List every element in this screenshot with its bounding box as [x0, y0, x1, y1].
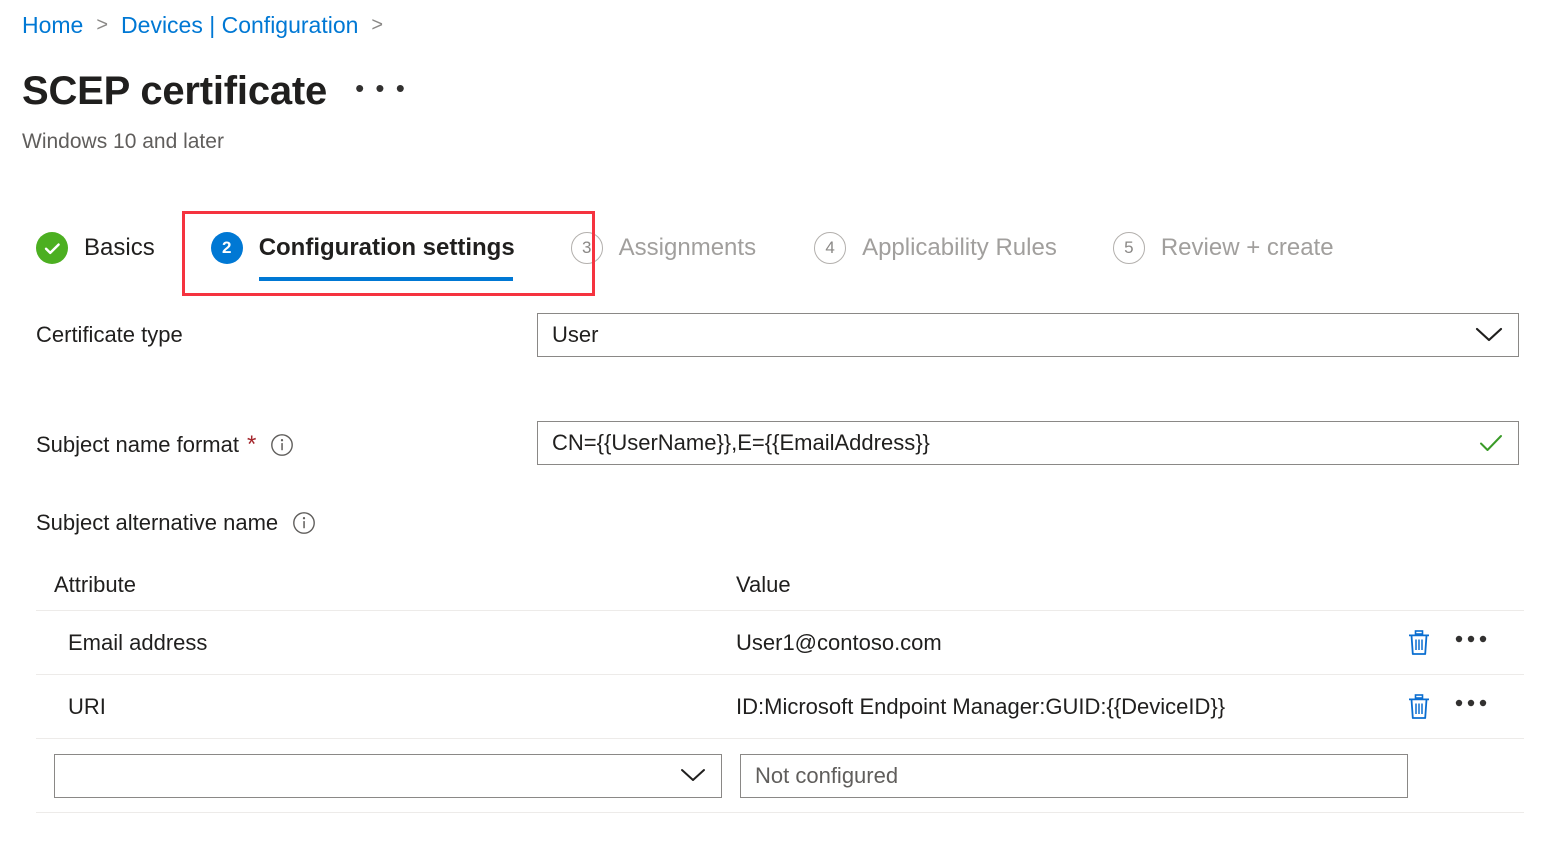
breadcrumb: Home > Devices | Configuration >	[22, 10, 396, 40]
tab-review-create[interactable]: 5 Review + create	[1113, 225, 1334, 271]
tab-active-underline	[259, 277, 513, 281]
validation-check-icon	[1478, 432, 1504, 454]
step-number-badge: 4	[814, 232, 846, 264]
tab-configuration-settings[interactable]: 2 Configuration settings	[211, 225, 515, 271]
row-more-menu-icon[interactable]	[1454, 698, 1488, 716]
row-attribute: URI	[36, 694, 722, 720]
step-number-badge: 5	[1113, 232, 1145, 264]
row-more-menu-icon[interactable]	[1454, 634, 1488, 652]
row-attribute: Email address	[36, 630, 722, 656]
table-row: URI ID:Microsoft Endpoint Manager:GUID:{…	[36, 675, 1524, 739]
new-attribute-select[interactable]	[54, 754, 722, 798]
subject-alternative-name-table: Attribute Value Email address User1@cont…	[36, 560, 1524, 813]
row-value: User1@contoso.com	[722, 630, 1406, 656]
breadcrumb-separator-icon: >	[371, 10, 383, 40]
tab-assignments-label: Assignments	[619, 234, 756, 262]
subject-name-format-input[interactable]: CN={{UserName}},E={{EmailAddress}}	[537, 421, 1519, 465]
page-subtitle: Windows 10 and later	[22, 128, 224, 156]
info-icon[interactable]	[270, 433, 294, 457]
table-header-row: Attribute Value	[36, 560, 1524, 611]
new-value-placeholder: Not configured	[755, 763, 898, 789]
column-header-attribute: Attribute	[36, 572, 722, 598]
page-more-menu-icon[interactable]: • • •	[355, 73, 407, 104]
chevron-down-icon	[1474, 326, 1504, 344]
tab-basics[interactable]: Basics	[36, 225, 155, 271]
breadcrumb-item-devices-configuration[interactable]: Devices | Configuration	[121, 10, 358, 40]
chevron-down-icon	[679, 767, 707, 784]
page-header: SCEP certificate • • •	[22, 66, 407, 116]
tab-assignments[interactable]: 3 Assignments	[571, 225, 756, 271]
subject-name-format-value: CN={{UserName}},E={{EmailAddress}}	[552, 430, 1478, 456]
breadcrumb-separator-icon: >	[96, 10, 108, 40]
info-icon[interactable]	[292, 511, 316, 535]
tab-applicability-rules[interactable]: 4 Applicability Rules	[814, 225, 1057, 271]
step-number-badge: 3	[571, 232, 603, 264]
certificate-type-label: Certificate type	[36, 320, 183, 350]
tab-basics-label: Basics	[84, 234, 155, 262]
subject-name-format-label: Subject name format *	[36, 430, 294, 460]
new-value-input[interactable]: Not configured	[740, 754, 1408, 798]
certificate-type-select[interactable]: User	[537, 313, 1519, 357]
delete-icon[interactable]	[1406, 629, 1432, 657]
required-marker: *	[247, 434, 256, 456]
tab-review-create-label: Review + create	[1161, 234, 1334, 262]
check-circle-icon	[36, 232, 68, 264]
new-row: Not configured	[36, 739, 1524, 813]
page-title: SCEP certificate	[22, 66, 327, 116]
column-header-value: Value	[722, 572, 1406, 598]
table-row: Email address User1@contoso.com	[36, 611, 1524, 675]
delete-icon[interactable]	[1406, 693, 1432, 721]
certificate-type-value: User	[552, 322, 1474, 348]
subject-alternative-name-label: Subject alternative name	[36, 508, 316, 538]
wizard-tabs: Basics 2 Configuration settings 3 Assign…	[36, 225, 1334, 289]
step-number-badge: 2	[211, 232, 243, 264]
breadcrumb-item-home[interactable]: Home	[22, 10, 83, 40]
row-value: ID:Microsoft Endpoint Manager:GUID:{{Dev…	[722, 694, 1406, 720]
tab-applicability-rules-label: Applicability Rules	[862, 234, 1057, 262]
tab-configuration-settings-label: Configuration settings	[259, 234, 515, 262]
